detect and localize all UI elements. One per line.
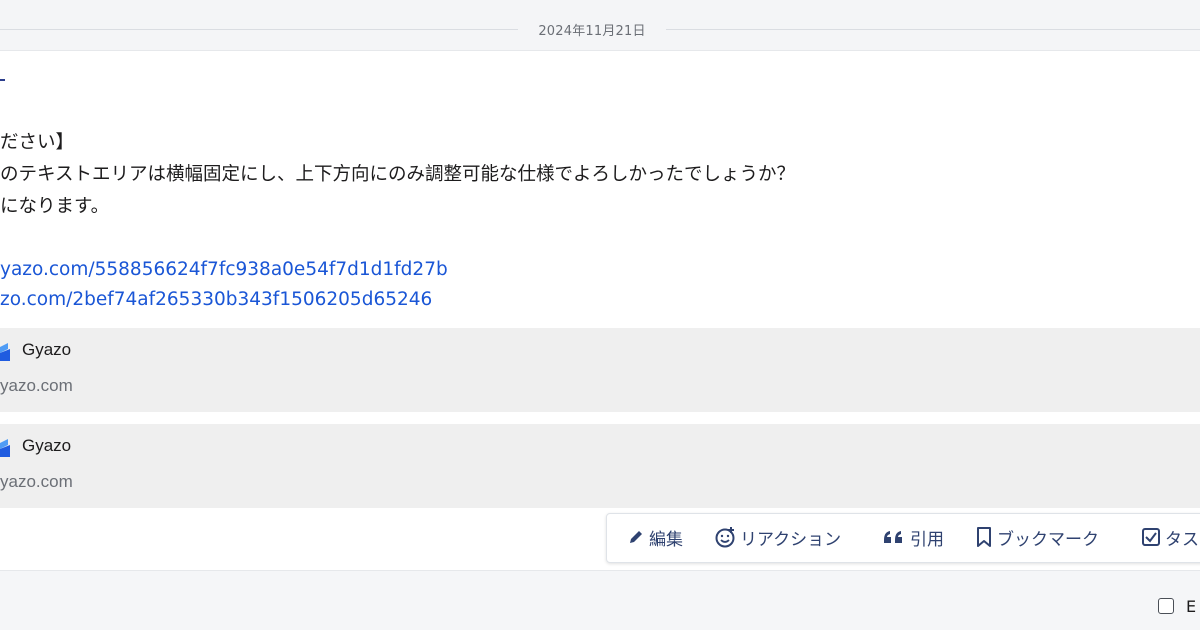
reaction-button[interactable]: リアクション (714, 514, 841, 560)
preview-site-name: Gyazo (22, 436, 72, 455)
edit-button[interactable]: 編集 (627, 514, 683, 560)
edit-label: 編集 (649, 529, 683, 550)
bookmark-button[interactable]: ブックマーク (975, 514, 1099, 560)
date-divider-line-left (0, 29, 518, 30)
message-action-bar: 編集 リアクション 引用 ブックマーク タス (606, 513, 1200, 563)
footer-checkbox[interactable] (1158, 598, 1174, 614)
gyazo-link-2[interactable]: zo.com/2bef74af265330b343f1506205d65246 (0, 287, 432, 313)
link-preview-1[interactable]: Gyazo yazo.com (0, 328, 1200, 412)
gyazo-link-1[interactable]: yazo.com/558856624f7fc938a0e54f7d1d1fd27… (0, 257, 448, 283)
date-label: 2024年11月21日 (538, 24, 646, 39)
quote-button[interactable]: 引用 (882, 514, 944, 560)
message-card: ださい】 のテキストエリアは横幅固定にし、上下方向にのみ調整可能な仕様でよろしか… (0, 50, 1200, 571)
task-button[interactable]: タス (1141, 514, 1199, 560)
bookmark-label: ブックマーク (997, 529, 1099, 550)
preview-url: yazo.com (0, 472, 73, 491)
message-line-1: ださい】 (0, 132, 75, 153)
checkbox-task-icon (1142, 528, 1160, 546)
preview-site-name: Gyazo (22, 340, 72, 359)
link-preview-2[interactable]: Gyazo yazo.com (0, 424, 1200, 508)
smiley-icon (715, 527, 735, 548)
message-marker (0, 79, 5, 81)
quote-icon (884, 531, 902, 543)
pencil-icon (630, 531, 642, 543)
date-divider-line-right (666, 29, 1200, 30)
gyazo-icon (0, 343, 10, 361)
footer-divider (0, 570, 1200, 571)
task-label: タス (1165, 529, 1199, 550)
quote-label: 引用 (910, 529, 944, 550)
footer-checkbox-label: E (1186, 597, 1197, 616)
reaction-label: リアクション (740, 529, 842, 550)
gyazo-icon (0, 439, 10, 457)
message-line-3: になります。 (0, 196, 110, 217)
preview-url: yazo.com (0, 376, 73, 395)
bookmark-icon (977, 527, 991, 547)
date-divider: 2024年11月21日 (0, 0, 1200, 50)
message-line-2: のテキストエリアは横幅固定にし、上下方向にのみ調整可能な仕様でよろしかったでしょ… (0, 164, 795, 185)
